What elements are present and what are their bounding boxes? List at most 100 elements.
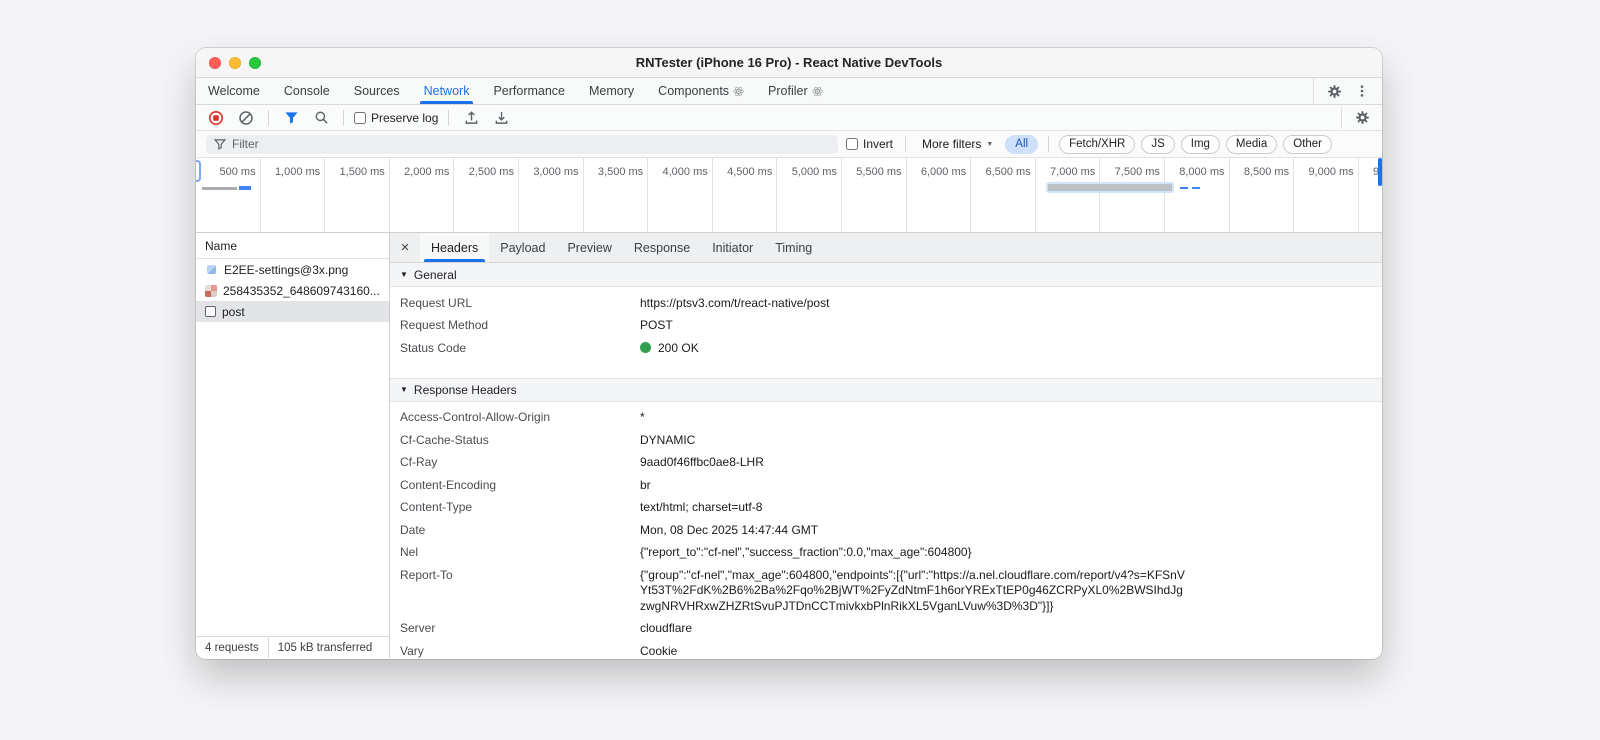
tab-profiler[interactable]: Profiler <box>756 78 835 104</box>
header-value: * <box>640 410 645 424</box>
close-window-button[interactable] <box>209 56 221 69</box>
filter-funnel-icon <box>284 112 298 124</box>
more-filters-dropdown[interactable]: More filters ▼ <box>918 137 997 151</box>
collapse-triangle-icon: ▼ <box>400 385 408 394</box>
response-header-row: Content-Encoding br <box>390 474 1382 497</box>
timeline-tick: 2,000 ms <box>390 158 455 232</box>
header-value: DYNAMIC <box>640 432 696 447</box>
header-name: Cf-Cache-Status <box>400 432 489 447</box>
document-file-icon <box>205 306 216 317</box>
general-row-status-code: Status Code 200 OK <box>400 340 699 355</box>
timeline-tick: 2,500 ms <box>454 158 519 232</box>
timeline-tick-label: 2,000 ms <box>404 166 450 178</box>
detail-tab-preview[interactable]: Preview <box>556 233 622 262</box>
waterfall-dash <box>1192 187 1200 189</box>
timeline-tick-label: 1,000 ms <box>274 166 321 178</box>
tab-welcome[interactable]: Welcome <box>196 78 272 104</box>
detail-tab-timing[interactable]: Timing <box>764 233 823 262</box>
tab-console[interactable]: Console <box>272 78 342 104</box>
network-settings-area <box>1341 106 1374 129</box>
status-code-value: 200 OK <box>658 340 699 355</box>
tab-performance[interactable]: Performance <box>481 78 577 104</box>
detail-tabbar: × Headers Payload Preview Response Initi… <box>390 233 1382 263</box>
gear-icon <box>1355 110 1369 125</box>
request-list-panel: Name E2EE-settings@3x.png 258435352_6486… <box>196 233 390 658</box>
filter-pill-fetch-xhr[interactable]: Fetch/XHR <box>1059 134 1136 154</box>
preserve-log-checkbox[interactable] <box>354 111 366 124</box>
close-detail-button[interactable]: × <box>390 233 420 262</box>
timeline-tick: 6,500 ms <box>971 158 1036 232</box>
invert-checkbox[interactable] <box>846 138 858 150</box>
tab-network[interactable]: Network <box>412 78 482 104</box>
settings-gear-button[interactable] <box>1322 80 1346 102</box>
timeline-scrollbar[interactable] <box>1378 158 1382 186</box>
timeline-tick-label: 5,500 ms <box>856 166 902 178</box>
clear-network-log-button[interactable] <box>234 107 258 129</box>
response-headers-section-header[interactable]: ▼ Response Headers <box>390 377 1382 402</box>
toolbar-divider <box>268 109 269 126</box>
import-har-button[interactable] <box>459 107 483 129</box>
network-overview-timeline[interactable]: 500 ms 1,000 ms 1,500 ms 2,000 ms 2,500 … <box>196 158 1382 233</box>
filter-pill-js[interactable]: JS <box>1141 134 1175 154</box>
header-name: Vary <box>400 643 424 658</box>
detail-tab-initiator[interactable]: Initiator <box>701 233 764 262</box>
record-network-log-button[interactable] <box>204 107 228 129</box>
request-row-photo[interactable]: 258435352_648609743160... <box>196 280 389 301</box>
request-row-e2ee-settings[interactable]: E2EE-settings@3x.png <box>196 259 389 280</box>
timeline-tick: 500 ms <box>196 158 261 232</box>
filter-funnel-icon <box>214 139 226 150</box>
minimize-window-button[interactable] <box>229 56 241 69</box>
filter-pill-other[interactable]: Other <box>1283 134 1333 154</box>
timeline-tick: 5,500 ms <box>842 158 907 232</box>
timeline-tick-label: 6,000 ms <box>920 166 967 178</box>
header-name: Server <box>400 621 436 635</box>
zoom-window-button[interactable] <box>249 56 261 69</box>
tab-components[interactable]: Components <box>646 78 756 104</box>
timeline-tick-label: 3,000 ms <box>533 166 579 178</box>
network-main-area: Name E2EE-settings@3x.png 258435352_6486… <box>196 233 1382 658</box>
header-name: Date <box>400 522 426 537</box>
response-header-row: Server cloudflare <box>390 618 1382 641</box>
filter-toggle-button[interactable] <box>279 107 303 129</box>
response-header-row: Vary Cookie <box>390 640 1382 658</box>
export-har-button[interactable] <box>489 107 513 129</box>
more-options-button[interactable] <box>1350 80 1374 102</box>
request-name: post <box>222 304 245 319</box>
timeline-range-handle-left[interactable] <box>196 160 201 182</box>
timeline-ruler: 500 ms 1,000 ms 1,500 ms 2,000 ms 2,500 … <box>196 158 1382 232</box>
response-header-row: Content-Type text/html; charset=utf-8 <box>390 497 1382 520</box>
header-name: Content-Type <box>400 500 473 514</box>
chevron-down-icon: ▼ <box>986 140 994 148</box>
search-button[interactable] <box>309 107 333 129</box>
kebab-menu-icon <box>1360 85 1364 97</box>
request-detail-panel: × Headers Payload Preview Response Initi… <box>390 233 1382 658</box>
header-name: Nel <box>400 545 419 559</box>
timeline-tick-label: 500 ms <box>219 166 256 178</box>
timeline-tick-label: 9,000 ms <box>1308 166 1354 178</box>
detail-tab-payload[interactable]: Payload <box>489 233 556 262</box>
general-row-request-url: Request URL https://ptsv3.com/t/react-na… <box>400 295 830 310</box>
timeline-tick-label: 1,500 ms <box>339 166 385 178</box>
timeline-tick-label: 7,000 ms <box>1050 166 1096 178</box>
request-type-filters: All Fetch/XHR JS Img Media Other <box>1005 134 1333 154</box>
detail-tab-response[interactable]: Response <box>623 233 701 262</box>
filter-input[interactable] <box>232 137 830 151</box>
tab-sources[interactable]: Sources <box>342 78 412 104</box>
general-section-header[interactable]: ▼ General <box>390 263 1382 287</box>
header-value: Mon, 08 Dec 2025 14:47:44 GMT <box>640 522 819 537</box>
upload-icon <box>465 111 478 124</box>
header-name: Content-Encoding <box>400 477 497 492</box>
detail-tab-headers[interactable]: Headers <box>420 233 490 262</box>
request-row-post[interactable]: post <box>196 301 389 322</box>
network-settings-button[interactable] <box>1350 107 1374 129</box>
filter-pill-media[interactable]: Media <box>1225 134 1278 154</box>
name-column-header[interactable]: Name <box>196 233 389 259</box>
filter-pill-all[interactable]: All <box>1005 134 1039 154</box>
filter-pill-img[interactable]: Img <box>1180 134 1220 154</box>
timeline-tick-label: 3,500 ms <box>597 166 644 178</box>
window-titlebar: RNTester (iPhone 16 Pro) - React Native … <box>196 48 1382 78</box>
header-value: cloudflare <box>640 621 693 635</box>
timeline-tick-label: 5,000 ms <box>791 166 837 178</box>
network-summary-bar: 4 requests 105 kB transferred <box>196 636 389 658</box>
tab-memory[interactable]: Memory <box>577 78 646 104</box>
